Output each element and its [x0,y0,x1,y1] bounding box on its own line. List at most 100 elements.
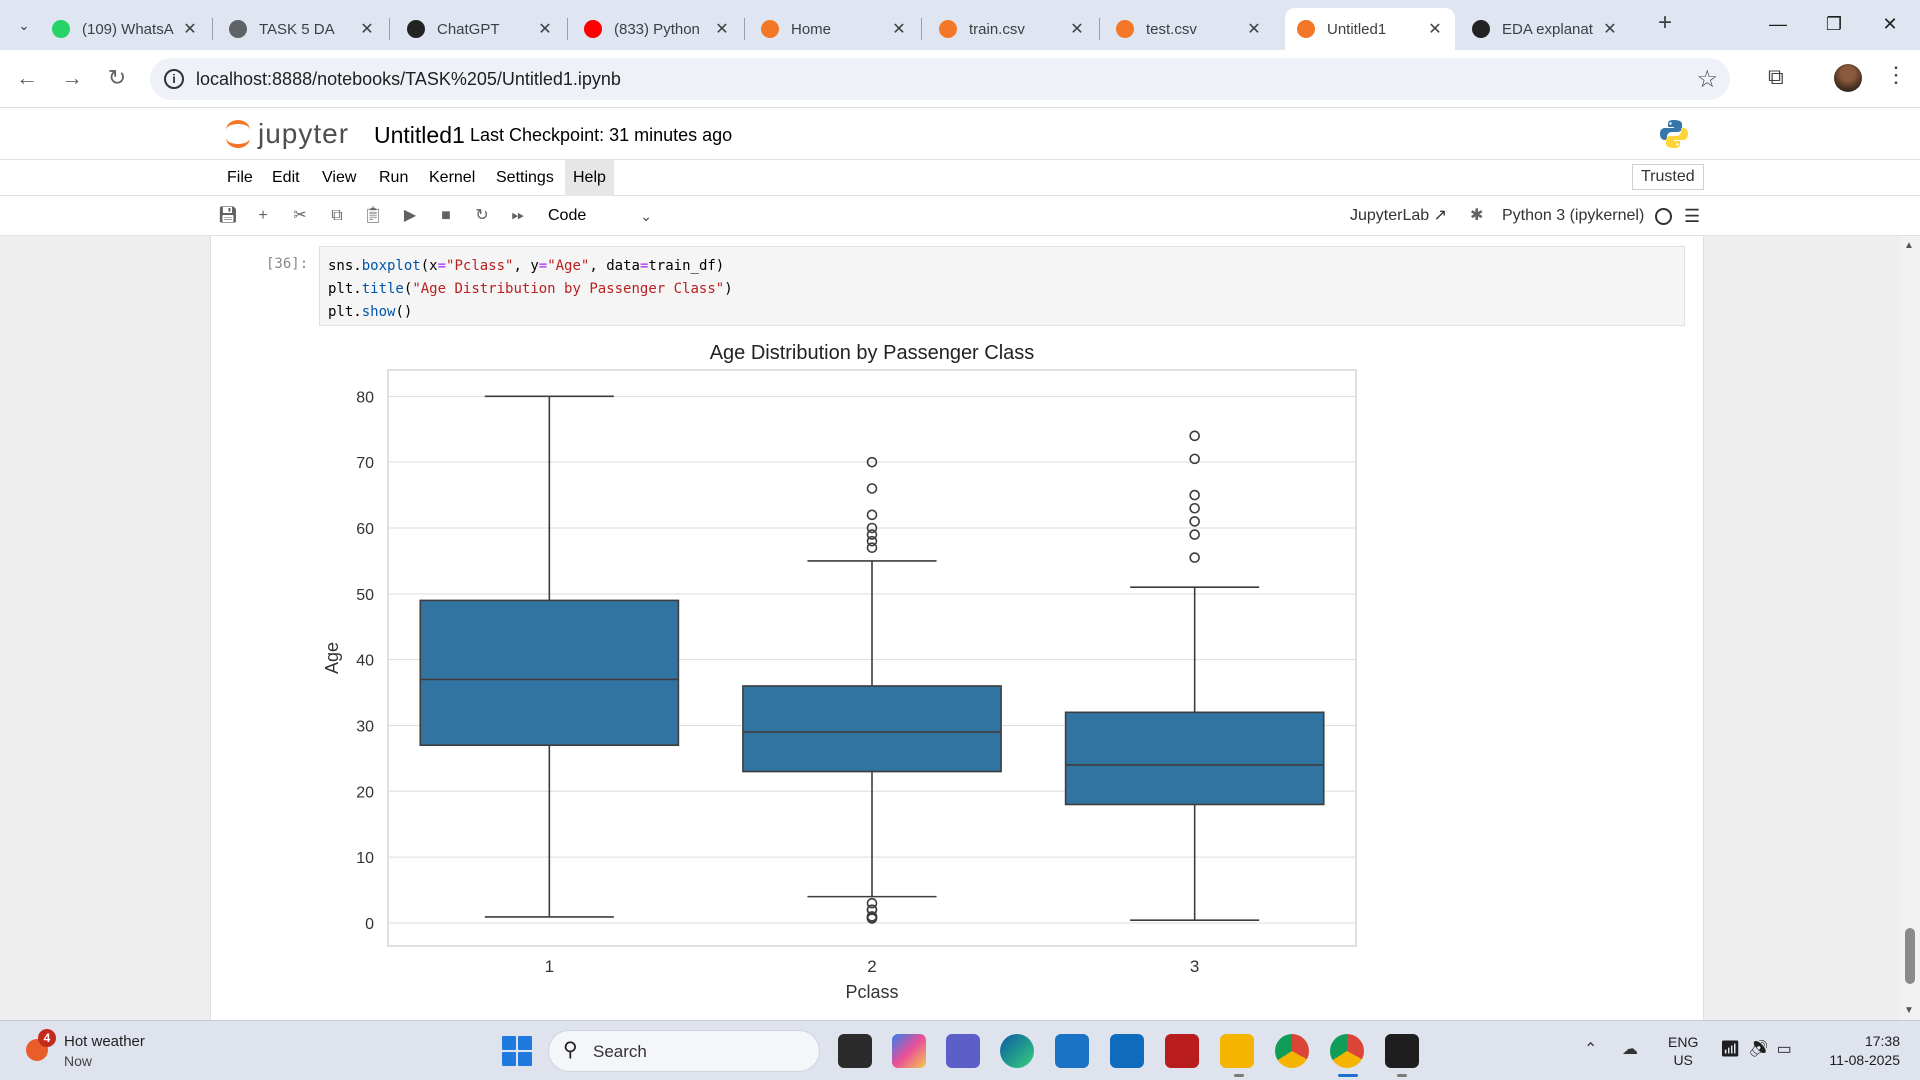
vertical-scrollbar[interactable]: ▲ ▼ [1900,236,1920,1020]
jupyter-header: jupyter Untitled1 Last Checkpoint: 31 mi… [0,108,1920,160]
close-tab-icon[interactable]: ✕ [537,19,553,39]
reload-icon[interactable]: ↻ [102,64,132,94]
paste-icon[interactable]: 📋︎ [361,204,385,228]
x-tick-label: 2 [867,957,876,976]
terminal-icon[interactable] [1385,1034,1419,1068]
browser-tab-title: test.csv [1146,20,1197,38]
stop-icon[interactable]: ■ [434,204,458,228]
clock-time: 17:38 [1864,1033,1900,1049]
browser-tab[interactable]: train.csv ✕ [927,8,1097,50]
menu-settings[interactable]: Settings [488,160,562,196]
scroll-down-arrow-icon[interactable]: ▼ [1904,1005,1914,1016]
language-indicator[interactable]: ENG US [1668,1033,1698,1069]
code-token: ) [724,281,733,297]
taskbar-search[interactable]: ⚲ Search [548,1030,820,1072]
browser-tab-title: TASK 5 DA [259,20,335,38]
outlook-icon[interactable] [1110,1034,1144,1068]
bookmark-star-icon[interactable]: ☆ [1696,65,1718,94]
url-text[interactable]: localhost:8888/notebooks/TASK%205/Untitl… [196,69,621,90]
tray-chevron-up-icon[interactable]: ⌃ [1584,1039,1597,1059]
active-indicator [1338,1074,1358,1077]
task-view-icon[interactable] [838,1034,872,1068]
open-jupyterlab-link[interactable]: JupyterLab ↗ [1350,204,1447,228]
browser-tab-title: EDA explanat [1502,20,1593,38]
code-token: = [437,258,447,274]
browser-tab-title: Home [791,20,832,38]
jupyter-logo[interactable]: jupyter [224,116,349,152]
notebook-title[interactable]: Untitled1 [374,122,465,149]
browser-tab[interactable]: TASK 5 DA ✕ [217,8,387,50]
taskbar-search-label: Search [593,1042,647,1061]
copy-icon[interactable]: ⧉ [325,204,349,228]
tab-search-chevron-icon[interactable]: ⌄ [10,12,38,40]
kernel-name[interactable]: Python 3 (ipykernel) [1502,204,1644,228]
close-tab-icon[interactable]: ✕ [359,19,375,39]
weather-widget[interactable]: 4 Hot weather Now [22,1029,202,1073]
code-token: plt. [328,281,362,297]
store-icon[interactable] [1055,1034,1089,1068]
debugger-bug-icon[interactable]: ✱ [1470,204,1483,228]
chrome-icon[interactable] [1275,1034,1309,1068]
forward-arrow-icon[interactable]: → [57,64,87,94]
browser-tab[interactable]: ChatGPT ✕ [395,8,565,50]
file-icon [1116,20,1134,38]
close-tab-icon[interactable]: ✕ [1427,19,1443,39]
hamburger-menu-icon[interactable]: ☰ [1684,204,1700,228]
edge-icon[interactable] [1000,1034,1034,1068]
close-tab-icon[interactable]: ✕ [891,19,907,39]
browser-tab[interactable]: Untitled1 ✕ [1285,8,1455,50]
file-explorer-icon[interactable] [1220,1034,1254,1068]
tab-separator [567,18,568,40]
new-tab-button[interactable]: + [1651,10,1679,38]
minimize-icon[interactable]: — [1758,8,1798,40]
y-tick-label: 30 [356,718,374,735]
start-button[interactable] [502,1036,532,1066]
close-tab-icon[interactable]: ✕ [1246,19,1262,39]
site-info-icon[interactable]: i [164,69,184,89]
code-token: (x [420,258,438,274]
cell-type-select[interactable]: Code ⌄ [548,202,658,230]
code-cell-editor[interactable]: sns.boxplot(x="Pclass", y="Age", data=tr… [319,246,1685,326]
menu-view[interactable]: View [314,160,364,196]
menu-run[interactable]: Run [371,160,416,196]
browser-tab[interactable]: (833) Python ✕ [572,8,742,50]
trusted-indicator[interactable]: Trusted [1632,164,1704,190]
save-icon[interactable]: 💾︎ [216,204,240,228]
restore-icon[interactable]: ❐ [1814,8,1854,40]
teams-icon[interactable] [946,1034,980,1068]
close-tab-icon[interactable]: ✕ [1069,19,1085,39]
close-tab-icon[interactable]: ✕ [182,19,198,39]
insert-cell-icon[interactable]: + [251,204,275,228]
restart-kernel-icon[interactable]: ↻ [470,204,494,228]
clock[interactable]: 17:38 11-08-2025 [1816,1032,1900,1070]
menu-kernel[interactable]: Kernel [421,160,483,196]
back-arrow-icon[interactable]: ← [12,64,42,94]
close-tab-icon[interactable]: ✕ [714,19,730,39]
app-icon[interactable] [1165,1034,1199,1068]
extensions-puzzle-icon[interactable]: ⧉ [1768,64,1784,90]
menu-file[interactable]: File [219,160,261,196]
cut-icon[interactable]: ✂ [288,204,312,228]
onedrive-icon[interactable]: ☁ [1622,1039,1638,1059]
tray-icons[interactable]: 📶︎🔊︎▭ [1720,1039,1800,1059]
clock-date: 11-08-2025 [1829,1052,1900,1068]
chrome-profile-icon[interactable] [1330,1034,1364,1068]
browser-tab[interactable]: Home ✕ [749,8,919,50]
language-code: ENG [1668,1034,1699,1050]
copilot-icon[interactable] [892,1034,926,1068]
scrollbar-thumb[interactable] [1905,928,1915,984]
omnibox[interactable]: i localhost:8888/notebooks/TASK%205/Unti… [150,58,1730,100]
browser-tab[interactable]: test.csv ✕ [1104,8,1274,50]
scroll-up-arrow-icon[interactable]: ▲ [1904,240,1914,251]
browser-menu-icon[interactable]: ⋮ [1885,62,1907,88]
menu-help[interactable]: Help [565,160,614,196]
menu-edit[interactable]: Edit [264,160,308,196]
close-window-icon[interactable]: ✕ [1870,8,1910,40]
run-all-icon[interactable]: ⏩︎ [506,204,530,228]
browser-tab[interactable]: EDA explanat ✕ [1460,8,1630,50]
browser-tab[interactable]: (109) WhatsA ✕ [40,8,210,50]
profile-avatar[interactable] [1834,64,1862,92]
run-icon[interactable]: ▶ [398,204,422,228]
close-tab-icon[interactable]: ✕ [1602,19,1618,39]
notebook-area: [36]: sns.boxplot(x="Pclass", y="Age", d… [0,236,1920,1020]
